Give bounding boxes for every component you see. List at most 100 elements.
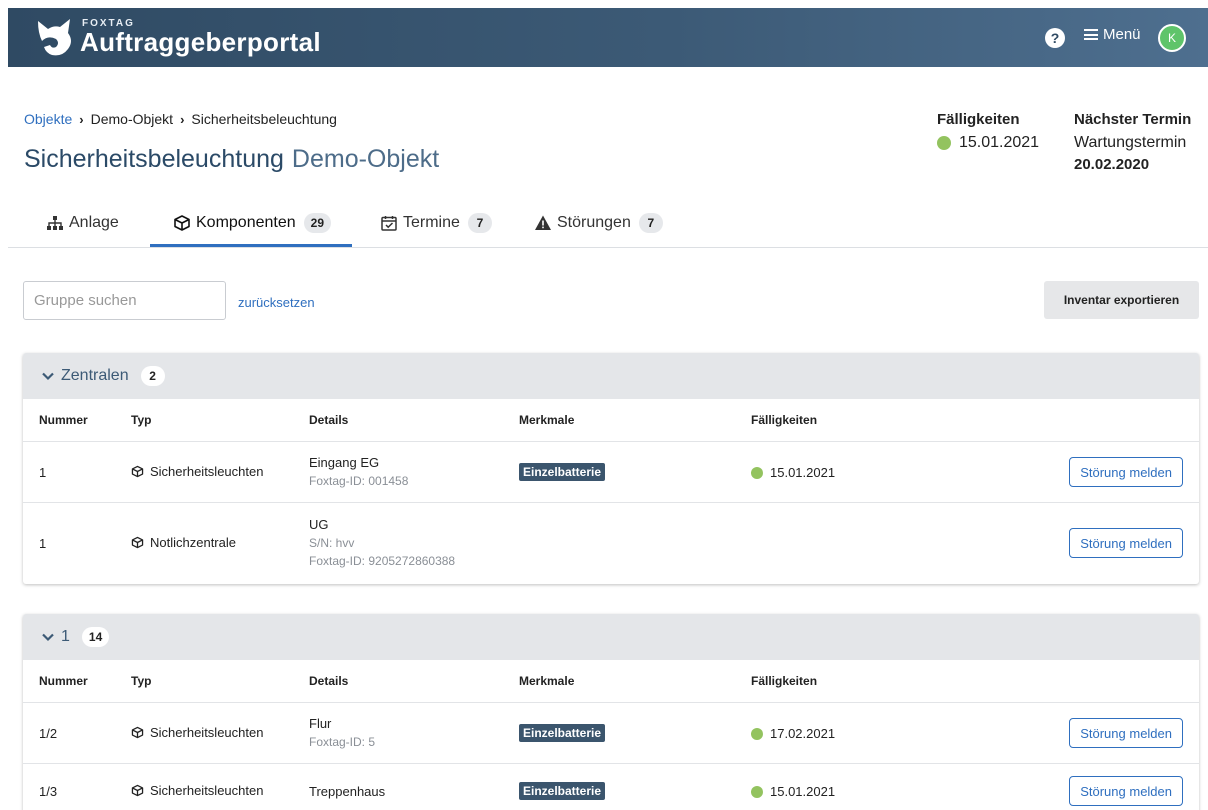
- status-dot-icon: [751, 785, 763, 798]
- report-fault-button[interactable]: Störung melden: [1069, 718, 1183, 748]
- detail-id: Foxtag-ID: 001458: [309, 474, 409, 488]
- tab-stoerungen-count: 7: [638, 213, 663, 233]
- merkmal-badge: Einzelbatterie: [519, 782, 606, 800]
- next-label: Wartungstermin: [1074, 134, 1187, 151]
- report-fault-button[interactable]: Störung melden: [1069, 776, 1183, 806]
- group-header[interactable]: 1 14: [23, 614, 1199, 660]
- breadcrumb-objekte[interactable]: Objekte: [24, 111, 72, 127]
- cell-nummer: 1/2: [39, 726, 58, 741]
- next-date: 20.02.2020: [1074, 156, 1150, 173]
- report-fault-button[interactable]: Störung melden: [1069, 457, 1183, 487]
- search-input[interactable]: [23, 281, 226, 320]
- table-row: 1/2 Sicherheitsleuchten Flur Foxtag-ID: …: [23, 703, 1199, 764]
- cell-faelligkeit: 15.01.2021: [751, 465, 835, 480]
- table-header: Nummer Typ Details Merkmale Fälligkeiten: [23, 660, 1199, 703]
- cube-icon: [131, 536, 144, 549]
- page-title-main: Sicherheitsbeleuchtung: [24, 145, 284, 173]
- faellig-date: 15.01.2021: [770, 465, 836, 480]
- question-circle-icon[interactable]: ?: [1045, 28, 1065, 48]
- menu-label: Menü: [1103, 26, 1141, 43]
- status-dot-icon: [751, 727, 763, 740]
- table-row: 1 Notlichzentrale UG S/N: hvv Foxtag-ID:…: [23, 503, 1199, 584]
- detail-location: Flur: [309, 716, 332, 731]
- top-bar: FOXTAG Auftraggeberportal ? Menü K: [8, 8, 1208, 67]
- group-1: 1 14 Nummer Typ Details Merkmale Fälligk…: [23, 614, 1199, 810]
- menu-button[interactable]: Menü: [1084, 26, 1141, 43]
- tab-stoerungen-label: Störungen: [557, 214, 631, 231]
- col-merkmale: Merkmale: [519, 413, 575, 427]
- due-value: 15.01.2021: [937, 134, 1039, 152]
- tab-anlage[interactable]: Anlage: [46, 208, 119, 238]
- col-details: Details: [309, 674, 349, 688]
- tab-komponenten-label: Komponenten: [196, 214, 296, 231]
- detail-location: UG: [309, 517, 329, 532]
- brand-title[interactable]: Auftraggeberportal: [80, 27, 321, 58]
- cell-typ: Sicherheitsleuchten: [131, 783, 263, 798]
- chevron-down-icon: [42, 372, 54, 381]
- cell-nummer: 1: [39, 465, 47, 480]
- due-summary: Fälligkeiten 15.01.2021: [937, 111, 1039, 152]
- col-details: Details: [309, 413, 349, 427]
- col-faelligkeiten: Fälligkeiten: [751, 674, 818, 688]
- status-dot-icon: [751, 466, 763, 479]
- detail-location: Treppenhaus: [309, 784, 386, 799]
- tab-termine[interactable]: Termine 7: [380, 208, 492, 238]
- col-nummer: Nummer: [39, 413, 88, 427]
- cell-typ: Sicherheitsleuchten: [131, 725, 263, 740]
- avatar[interactable]: K: [1158, 24, 1186, 52]
- cell-typ-label: Sicherheitsleuchten: [150, 783, 264, 798]
- col-typ: Typ: [131, 413, 152, 427]
- detail-serial: S/N: hvv: [309, 536, 355, 550]
- chevron-down-icon: [42, 633, 54, 642]
- tab-bar: Anlage Komponenten 29 Termine 7 Störunge…: [8, 198, 1208, 248]
- table-row: 1 Sicherheitsleuchten Eingang EG Foxtag-…: [23, 442, 1199, 503]
- cell-details: Flur Foxtag-ID: 5: [309, 716, 375, 749]
- cell-nummer: 1: [39, 536, 47, 551]
- cell-typ-label: Sicherheitsleuchten: [150, 464, 264, 479]
- status-dot-icon: [937, 136, 951, 150]
- hamburger-icon: [1084, 29, 1098, 40]
- sitemap-icon: [47, 216, 63, 230]
- group-name: Zentralen: [61, 367, 129, 384]
- fox-logo-icon[interactable]: [32, 15, 78, 59]
- group-count: 2: [140, 366, 165, 386]
- cube-icon: [131, 726, 144, 739]
- warning-icon: [535, 215, 551, 230]
- chevron-right-icon: ›: [180, 111, 185, 127]
- group-header[interactable]: Zentralen 2: [23, 353, 1199, 399]
- tab-termine-label: Termine: [403, 214, 460, 231]
- cube-icon: [131, 784, 144, 797]
- col-typ: Typ: [131, 674, 152, 688]
- tab-komponenten[interactable]: Komponenten 29: [173, 208, 331, 238]
- cell-nummer: 1/3: [39, 784, 58, 799]
- faellig-date: 17.02.2021: [770, 726, 836, 741]
- tab-termine-count: 7: [467, 213, 492, 233]
- faellig-date: 15.01.2021: [770, 784, 836, 799]
- tab-komponenten-count: 29: [303, 213, 331, 233]
- app-root: FOXTAG Auftraggeberportal ? Menü K Objek…: [0, 0, 1208, 810]
- report-fault-button[interactable]: Störung melden: [1069, 528, 1183, 558]
- col-nummer: Nummer: [39, 674, 88, 688]
- active-tab-indicator: [150, 244, 352, 247]
- chevron-right-icon: ›: [79, 111, 84, 127]
- table-header: Nummer Typ Details Merkmale Fälligkeiten: [23, 399, 1199, 442]
- cell-details: UG S/N: hvv Foxtag-ID: 9205272860388: [309, 517, 455, 568]
- export-inventory-button[interactable]: Inventar exportieren: [1044, 281, 1199, 319]
- merkmal-badge: Einzelbatterie: [519, 463, 606, 481]
- cell-typ-label: Sicherheitsleuchten: [150, 725, 264, 740]
- cell-details: Treppenhaus: [309, 784, 385, 799]
- cell-typ: Sicherheitsleuchten: [131, 464, 263, 479]
- page-title: Sicherheitsbeleuchtung Demo-Objekt: [24, 145, 439, 174]
- tab-stoerungen[interactable]: Störungen 7: [534, 208, 663, 238]
- breadcrumb-demo-objekt[interactable]: Demo-Objekt: [91, 111, 173, 127]
- merkmal-badge: Einzelbatterie: [519, 724, 606, 742]
- tab-anlage-label: Anlage: [69, 214, 119, 231]
- detail-id: Foxtag-ID: 5: [309, 735, 376, 749]
- group-count: 14: [81, 627, 110, 647]
- breadcrumb-current: Sicherheitsbeleuchtung: [191, 111, 337, 127]
- due-date: 15.01.2021: [959, 134, 1040, 151]
- reset-link[interactable]: zurücksetzen: [238, 295, 315, 310]
- group-zentralen: Zentralen 2 Nummer Typ Details Merkmale …: [23, 353, 1199, 584]
- col-faelligkeiten: Fälligkeiten: [751, 413, 818, 427]
- calendar-check-icon: [381, 216, 397, 231]
